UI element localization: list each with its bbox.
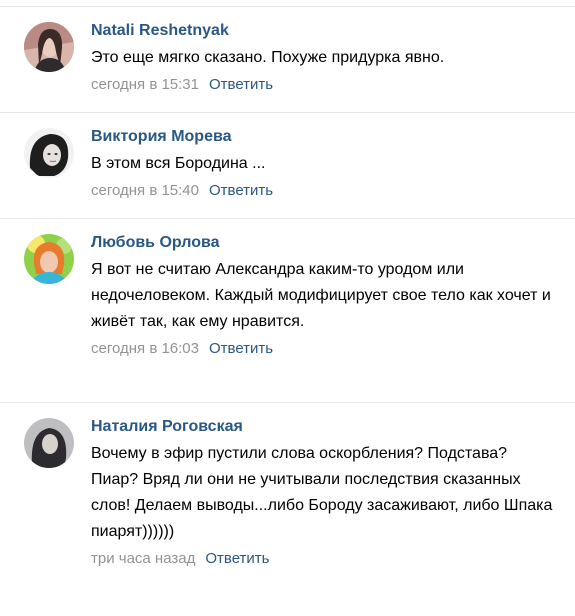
- comment-meta: сегодня в 16:03 Ответить: [91, 339, 555, 359]
- user-photo-icon: [24, 234, 74, 284]
- comment-author[interactable]: Наталия Роговская: [91, 417, 555, 437]
- comment-item: Natali Reshetnyak Это еще мягко сказано.…: [0, 18, 575, 113]
- divider: [0, 218, 575, 219]
- comment-author[interactable]: Любовь Орлова: [91, 233, 555, 253]
- divider: [0, 402, 575, 403]
- reply-button[interactable]: Ответить: [209, 182, 273, 199]
- comment-text: В этом вся Бородина ...: [91, 155, 266, 172]
- comment-item: Любовь Орлова Я вот не считаю Александра…: [0, 230, 575, 403]
- comment-meta: сегодня в 15:40 Ответить: [91, 181, 555, 201]
- comment-text: Это еще мягко сказано. Похуже придурка я…: [91, 49, 445, 66]
- avatar[interactable]: [24, 22, 74, 72]
- comment-date[interactable]: три часа назад: [91, 550, 195, 567]
- avatar[interactable]: [24, 418, 74, 468]
- comment-item: Наталия Роговская Bочему в эфир пустили …: [0, 414, 575, 614]
- reply-button[interactable]: Ответить: [209, 76, 273, 93]
- divider: [0, 112, 575, 113]
- comment-text: Я вот не считаю Александра каким-то урод…: [91, 261, 551, 330]
- divider: [0, 6, 575, 7]
- user-photo-icon: [24, 418, 74, 468]
- comment-text: Bочему в эфир пустили слова оскорбления?…: [91, 445, 553, 540]
- comment-date[interactable]: сегодня в 15:40: [91, 182, 199, 199]
- comment-meta: сегодня в 15:31 Ответить: [91, 75, 555, 95]
- comment-date[interactable]: сегодня в 16:03: [91, 340, 199, 357]
- comment-meta: три часа назад Ответить: [91, 549, 555, 569]
- user-photo-icon: [24, 22, 74, 72]
- comment-item: Виктория Морева В этом вся Бородина ... …: [0, 124, 575, 219]
- reply-button[interactable]: Ответить: [209, 340, 273, 357]
- reply-button[interactable]: Ответить: [205, 550, 269, 567]
- comments-feed: Natali Reshetnyak Это еще мягко сказано.…: [0, 0, 575, 616]
- avatar[interactable]: [24, 128, 74, 178]
- comment-author[interactable]: Natali Reshetnyak: [91, 21, 555, 41]
- comment-author[interactable]: Виктория Морева: [91, 127, 555, 147]
- avatar[interactable]: [24, 234, 74, 284]
- comment-date[interactable]: сегодня в 15:31: [91, 76, 199, 93]
- user-photo-icon: [24, 128, 74, 178]
